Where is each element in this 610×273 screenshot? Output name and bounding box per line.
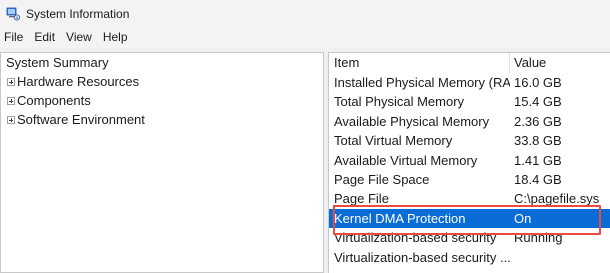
list-row[interactable]: Virtualization-based security Running: [329, 228, 610, 247]
menu-help[interactable]: Help: [98, 28, 134, 48]
list-row-selected[interactable]: Kernel DMA Protection On: [329, 208, 610, 229]
list-row[interactable]: Available Virtual Memory 1.41 GB: [329, 151, 610, 170]
expand-icon[interactable]: [7, 77, 15, 86]
list-row[interactable]: Total Physical Memory 15.4 GB: [329, 92, 610, 111]
menu-edit[interactable]: Edit: [29, 28, 61, 48]
cell-item: Kernel DMA Protection: [334, 210, 466, 226]
cell-item: Page File: [334, 191, 389, 207]
list-row[interactable]: Virtualization-based security ...: [329, 248, 610, 267]
cell-item: Available Virtual Memory: [334, 152, 478, 168]
cell-value: 16.0 GB: [514, 75, 562, 90]
tree-item-label: Components: [17, 93, 91, 108]
expand-icon[interactable]: [7, 115, 15, 124]
tree-item-label: Software Environment: [17, 112, 145, 127]
list-row[interactable]: Total Virtual Memory 33.8 GB: [329, 131, 610, 150]
cell-item: Page File Space: [334, 172, 430, 187]
tree-item-label: System Summary: [6, 55, 109, 70]
details-list[interactable]: Item Value Installed Physical Memory (RA…: [328, 52, 610, 273]
column-header-value[interactable]: Value: [509, 53, 609, 73]
title-bar: System Information: [0, 0, 610, 28]
column-header-item[interactable]: Item: [334, 53, 509, 73]
list-row[interactable]: Available Physical Memory 2.36 GB: [329, 112, 610, 131]
list-row[interactable]: Page File Space 18.4 GB: [329, 170, 610, 189]
cell-item: Total Physical Memory: [334, 94, 465, 110]
cell-value: Running: [514, 230, 563, 246]
cell-item: Installed Physical Memory (RA...: [334, 75, 510, 90]
cell-item: Virtualization-based security ...: [334, 249, 510, 265]
tree-item-software-environment[interactable]: Software Environment: [7, 110, 145, 129]
list-row[interactable]: Page File C:\pagefile.sys: [329, 189, 610, 208]
cell-value: 2.36 GB: [514, 113, 562, 129]
cell-item: Total Virtual Memory: [334, 133, 453, 149]
tree-item-components[interactable]: Components: [7, 91, 91, 110]
category-tree[interactable]: System Summary Hardware Resources Compon…: [0, 52, 324, 273]
expand-icon[interactable]: [7, 96, 15, 105]
cell-value: 15.4 GB: [514, 94, 562, 110]
tree-item-system-summary[interactable]: System Summary: [6, 53, 109, 72]
cell-value: 1.41 GB: [514, 152, 562, 168]
tree-item-label: Hardware Resources: [17, 74, 140, 89]
cell-value: 18.4 GB: [514, 172, 562, 187]
cell-value: On: [514, 210, 532, 226]
system-information-icon: [6, 7, 20, 21]
cell-item: Virtualization-based security: [334, 230, 497, 246]
list-row[interactable]: Installed Physical Memory (RA... 16.0 GB: [329, 73, 610, 92]
cell-value: C:\pagefile.sys: [514, 191, 600, 207]
menu-file[interactable]: File: [0, 28, 29, 48]
tree-item-hardware-resources[interactable]: Hardware Resources: [7, 72, 139, 91]
cell-item: Available Physical Memory: [334, 113, 490, 129]
menu-view[interactable]: View: [61, 28, 98, 48]
menu-bar: File Edit View Help: [0, 28, 610, 48]
window-title: System Information: [26, 7, 130, 21]
cell-value: 33.8 GB: [514, 133, 562, 149]
list-header: Item Value: [329, 53, 610, 73]
